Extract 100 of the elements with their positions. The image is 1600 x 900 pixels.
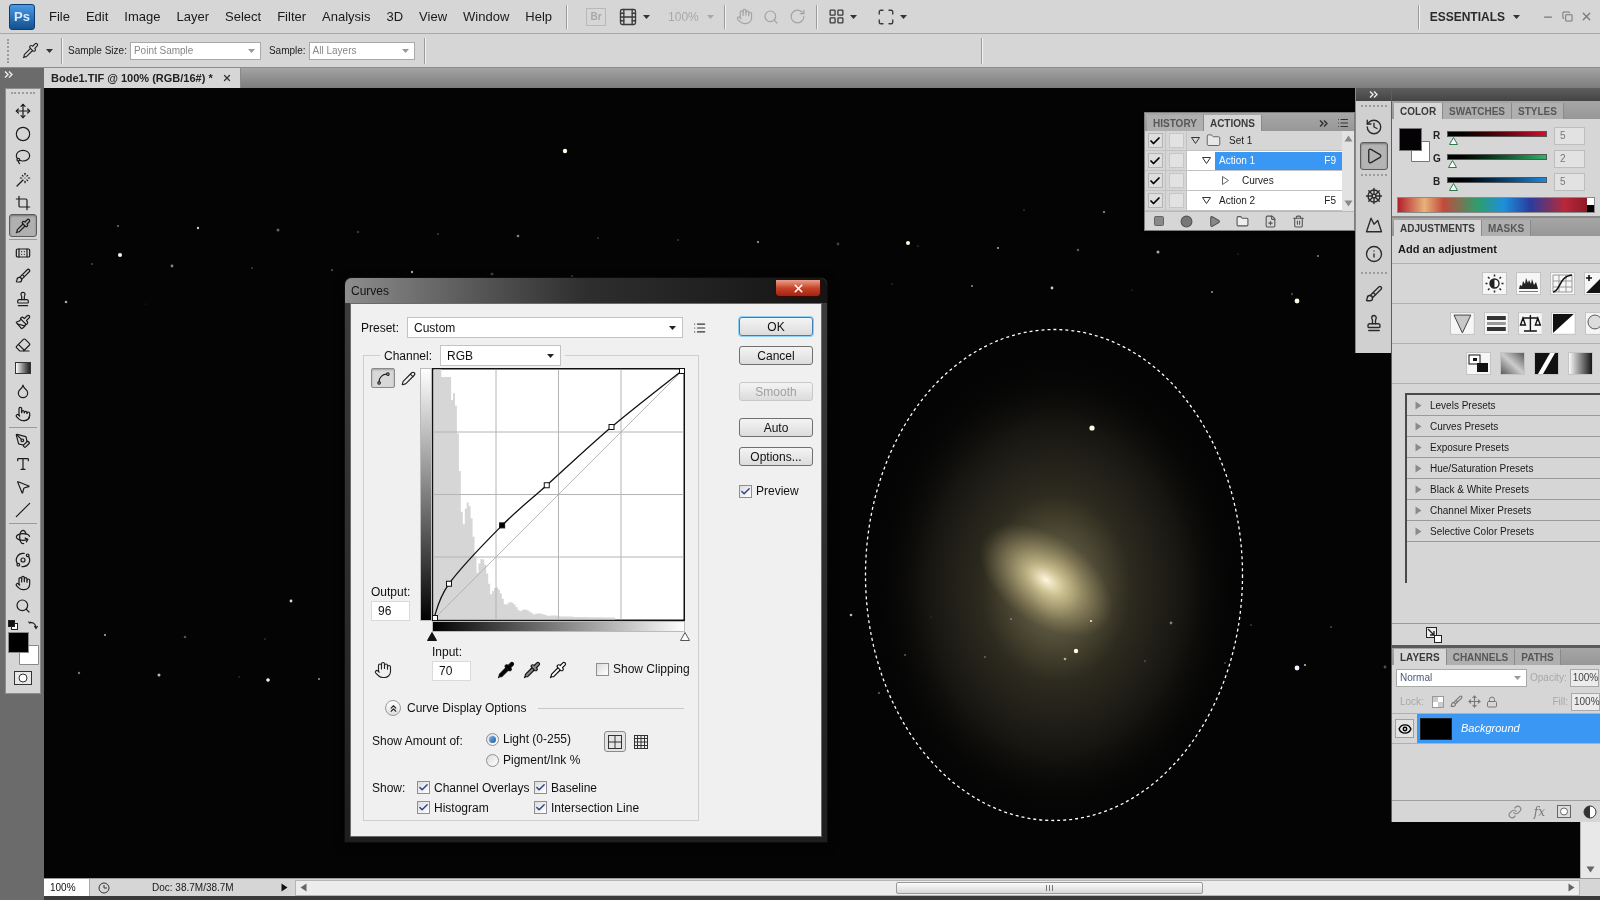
preset-group[interactable]: Hue/Saturation Presets bbox=[1407, 458, 1600, 479]
workspace-switcher[interactable]: ESSENTIALS bbox=[1429, 7, 1520, 26]
panel-tab[interactable]: ACTIONS bbox=[1203, 115, 1262, 131]
vertical-scrollbar[interactable] bbox=[1580, 822, 1600, 878]
arrow-squares-icon[interactable] bbox=[1426, 626, 1442, 643]
preset-group[interactable]: Levels Presets bbox=[1407, 395, 1600, 416]
sample-dropdown[interactable]: All Layers bbox=[308, 41, 415, 60]
checkbox[interactable] bbox=[417, 781, 430, 794]
scrollbar-thumb[interactable] bbox=[895, 881, 1203, 894]
status-menu-icon[interactable] bbox=[279, 883, 289, 892]
toggle-checkbox[interactable] bbox=[1147, 173, 1163, 188]
menu-item[interactable]: Analysis bbox=[314, 6, 379, 27]
channel-value-field[interactable]: 5 bbox=[1554, 172, 1585, 191]
curve-point[interactable] bbox=[679, 368, 685, 374]
color-slider[interactable] bbox=[1447, 153, 1547, 168]
dialog-toggle[interactable] bbox=[1168, 193, 1184, 208]
zoom-field[interactable]: 100% bbox=[44, 879, 90, 896]
radio-button[interactable] bbox=[486, 753, 499, 767]
hand-icon[interactable] bbox=[374, 661, 392, 679]
swap-arrow-icon[interactable] bbox=[28, 620, 38, 630]
menu-item[interactable]: Image bbox=[116, 6, 169, 27]
right-arrow-icon[interactable] bbox=[1567, 883, 1576, 892]
panel-tab[interactable]: COLOR bbox=[1394, 103, 1444, 119]
double-chevron-icon[interactable] bbox=[1319, 119, 1328, 127]
simple-grid-button[interactable] bbox=[604, 731, 626, 752]
menu-item[interactable]: 3D bbox=[378, 6, 412, 27]
diagonal-gradient-icon[interactable] bbox=[1500, 352, 1525, 375]
preset-group[interactable]: Selective Color Presets bbox=[1407, 521, 1600, 542]
lens-icon[interactable] bbox=[1585, 312, 1600, 335]
overlapping-squares-icon[interactable] bbox=[1466, 352, 1491, 375]
color-spectrum-bar[interactable] bbox=[1397, 197, 1595, 213]
sun-icon[interactable] bbox=[1482, 272, 1507, 295]
actions-panel-button[interactable] bbox=[1359, 142, 1388, 170]
curve-tool-button[interactable] bbox=[371, 368, 395, 388]
output-field[interactable]: 96 bbox=[371, 601, 410, 621]
arrange-documents-button[interactable] bbox=[827, 8, 857, 25]
clock-icon[interactable] bbox=[98, 881, 110, 894]
foreground-color-swatch[interactable] bbox=[7, 632, 29, 653]
view-extras-button[interactable] bbox=[618, 6, 651, 27]
panel-tab[interactable]: LAYERS bbox=[1394, 649, 1447, 665]
preset-group[interactable]: Exposure Presets bbox=[1407, 437, 1600, 458]
foreground-color-swatch[interactable] bbox=[1399, 128, 1422, 151]
radio-button[interactable] bbox=[486, 732, 499, 746]
gradient-icon[interactable] bbox=[1568, 352, 1593, 375]
input-field[interactable]: 70 bbox=[432, 661, 471, 681]
dialog-button[interactable]: Cancel bbox=[739, 346, 813, 365]
diagonal-split-icon[interactable] bbox=[1551, 312, 1577, 335]
screen-mode-button[interactable] bbox=[876, 7, 907, 26]
folder-icon[interactable] bbox=[1236, 214, 1249, 228]
default-colors-icon[interactable] bbox=[8, 620, 18, 630]
checkbox[interactable] bbox=[534, 781, 547, 794]
eyedropper-tool[interactable] bbox=[9, 214, 37, 237]
triangle-icon[interactable] bbox=[1221, 176, 1230, 185]
preset-group[interactable]: Black & White Presets bbox=[1407, 479, 1600, 500]
slider-handle[interactable] bbox=[680, 632, 690, 641]
menu-item[interactable]: Layer bbox=[168, 6, 218, 27]
lock-icon[interactable] bbox=[1485, 695, 1498, 708]
eyedropper-icon[interactable] bbox=[549, 661, 567, 679]
triangle-icon[interactable] bbox=[1202, 196, 1211, 205]
diagonal-plus-icon[interactable] bbox=[1584, 272, 1600, 295]
dialog-toggle[interactable] bbox=[1168, 153, 1184, 168]
grip-handle[interactable] bbox=[7, 38, 10, 63]
menu-item[interactable]: File bbox=[41, 6, 78, 27]
visibility-toggle[interactable] bbox=[1395, 719, 1414, 738]
color-slider[interactable] bbox=[1447, 130, 1547, 145]
close-button[interactable] bbox=[775, 279, 821, 297]
menu-item[interactable]: Help bbox=[517, 6, 561, 27]
action-set[interactable]: Set 1 bbox=[1225, 131, 1342, 150]
panel-tab[interactable]: ADJUSTMENTS bbox=[1394, 220, 1482, 236]
curve-point[interactable] bbox=[543, 482, 550, 489]
left-arrow-icon[interactable] bbox=[298, 883, 308, 892]
slash-split-icon[interactable] bbox=[1534, 352, 1559, 375]
checkbox[interactable] bbox=[417, 801, 430, 814]
play-icon[interactable] bbox=[1208, 214, 1221, 228]
channel-dropdown[interactable]: RGB bbox=[440, 345, 562, 366]
expand-toggle[interactable] bbox=[385, 700, 401, 716]
menu-item[interactable]: View bbox=[411, 6, 456, 27]
record-icon[interactable] bbox=[1180, 214, 1193, 228]
curve-graph-icon[interactable] bbox=[1550, 272, 1575, 295]
curve-point[interactable] bbox=[446, 580, 452, 587]
background-color-swatch[interactable] bbox=[1411, 141, 1430, 162]
menu-icon[interactable] bbox=[1337, 117, 1349, 129]
up-arrow-icon[interactable] bbox=[1343, 134, 1353, 143]
trash-icon[interactable] bbox=[1292, 214, 1305, 228]
dialog-button[interactable]: OK bbox=[739, 317, 813, 336]
checkbox[interactable] bbox=[534, 801, 547, 814]
eyedropper-icon[interactable] bbox=[523, 661, 541, 679]
channel-value-field[interactable]: 2 bbox=[1554, 149, 1585, 168]
dialog-toggle[interactable] bbox=[1168, 133, 1184, 148]
curve-point[interactable] bbox=[608, 424, 615, 430]
preset-group[interactable]: Channel Mixer Presets bbox=[1407, 500, 1600, 521]
checkbox[interactable] bbox=[596, 662, 609, 676]
curve-point[interactable] bbox=[499, 522, 506, 529]
preset-dropdown[interactable]: Custom bbox=[407, 317, 683, 338]
histogram-icon[interactable] bbox=[1516, 272, 1541, 295]
eyedropper-icon[interactable] bbox=[497, 661, 515, 679]
slider-handle[interactable] bbox=[427, 632, 437, 641]
blend-mode-dropdown[interactable]: Normal bbox=[1396, 668, 1527, 687]
stripes-icon[interactable] bbox=[1483, 312, 1509, 335]
toggle-checkbox[interactable] bbox=[1147, 193, 1163, 208]
